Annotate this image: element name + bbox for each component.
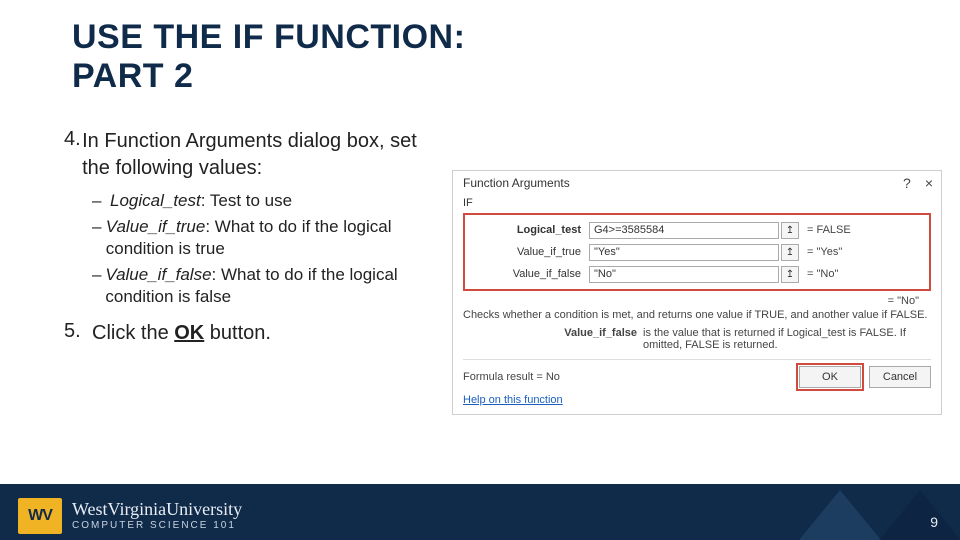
- row-value-if-false: Value_if_false ↥ = "No": [469, 264, 921, 284]
- wv-badge-icon: WV: [18, 498, 62, 534]
- step-5-post: button.: [204, 322, 271, 344]
- collapse-icon[interactable]: ↥: [781, 244, 799, 261]
- footer-bar: WV WestVirginiaUniversity COMPUTER SCIEN…: [0, 484, 960, 540]
- sub-item-logical-test: – Logical_test: Test to use: [92, 190, 419, 212]
- sub3-label: Value_if_false: [105, 265, 211, 284]
- step-5-ok: OK: [174, 322, 204, 344]
- label-value-if-true: Value_if_true: [469, 246, 589, 258]
- label-value-if-false: Value_if_false: [469, 268, 589, 280]
- function-name: IF: [463, 197, 931, 209]
- step-4-sublist: – Logical_test: Test to use – Value_if_t…: [92, 190, 419, 308]
- title-line-1: USE THE IF FUNCTION:: [72, 18, 465, 56]
- input-logical-test[interactable]: [589, 222, 779, 239]
- step-4: 4. In Function Arguments dialog box, set…: [64, 128, 419, 182]
- collapse-icon[interactable]: ↥: [781, 222, 799, 239]
- ok-button[interactable]: OK: [799, 366, 861, 388]
- department-name: COMPUTER SCIENCE 101: [72, 521, 242, 532]
- collapse-icon[interactable]: ↥: [781, 266, 799, 283]
- university-name-a: WestVirginia: [72, 499, 166, 519]
- cancel-button[interactable]: Cancel: [869, 366, 931, 388]
- sub2-label: Value_if_true: [106, 217, 206, 236]
- argument-detail: Value_if_false is the value that is retu…: [463, 327, 931, 351]
- help-icon[interactable]: ?: [903, 175, 911, 191]
- argument-rows-highlight: Logical_test ↥ = FALSE Value_if_true ↥ =…: [463, 213, 931, 291]
- result-logical-test: = FALSE: [807, 224, 851, 236]
- university-name-b: University: [166, 499, 242, 519]
- step-4-text: In Function Arguments dialog box, set th…: [82, 128, 419, 182]
- step-5-number: 5.: [64, 320, 92, 347]
- detail-text: is the value that is returned if Logical…: [643, 327, 931, 351]
- result-value-if-true: = "Yes": [807, 246, 842, 258]
- footer-logo: WV WestVirginiaUniversity COMPUTER SCIEN…: [18, 498, 242, 534]
- row-value-if-true: Value_if_true ↥ = "Yes": [469, 242, 921, 262]
- sub1-text: : Test to use: [201, 191, 292, 210]
- calc-result: = "No": [463, 295, 931, 307]
- sub1-label: Logical_test: [110, 191, 201, 210]
- label-logical-test: Logical_test: [469, 224, 589, 236]
- sub-item-value-if-true: – Value_if_true: What to do if the logic…: [92, 216, 419, 260]
- input-value-if-false[interactable]: [589, 266, 779, 283]
- page-number: 9: [930, 514, 938, 530]
- formula-result: Formula result = No: [463, 371, 560, 383]
- function-arguments-dialog: Function Arguments ? × IF Logical_test ↥…: [452, 170, 942, 415]
- slide-body: 4. In Function Arguments dialog box, set…: [64, 128, 419, 355]
- dialog-titlebar: Function Arguments ? ×: [453, 171, 941, 193]
- sub-item-value-if-false: – Value_if_false: What to do if the logi…: [92, 264, 419, 308]
- step-5-pre: Click the: [92, 322, 174, 344]
- close-icon[interactable]: ×: [925, 175, 933, 191]
- slide-title: USE THE IF FUNCTION: PART 2: [72, 18, 465, 96]
- row-logical-test: Logical_test ↥ = FALSE: [469, 220, 921, 240]
- title-line-2: PART 2: [72, 57, 193, 95]
- result-value-if-false: = "No": [807, 268, 838, 280]
- dialog-title: Function Arguments: [463, 176, 570, 190]
- separator: [463, 359, 931, 360]
- chevron-icon: [830, 490, 960, 540]
- step-4-number: 4.: [64, 128, 82, 182]
- detail-label: Value_if_false: [463, 327, 643, 351]
- input-value-if-true[interactable]: [589, 244, 779, 261]
- function-description: Checks whether a condition is met, and r…: [463, 309, 931, 321]
- step-5: 5. Click the OK button.: [64, 320, 419, 347]
- help-link[interactable]: Help on this function: [463, 394, 563, 406]
